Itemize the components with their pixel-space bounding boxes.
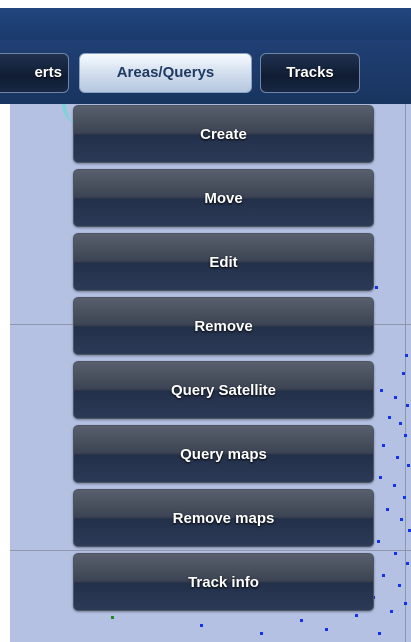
track-point (399, 422, 402, 425)
menu-item-edit[interactable]: Edit (73, 233, 374, 291)
tab-toolbar: erts Areas/Querys Tracks (0, 40, 411, 104)
window-top-edge (0, 0, 411, 8)
tab-areas-querys[interactable]: Areas/Querys (79, 53, 252, 93)
track-point (398, 584, 401, 587)
track-point (394, 552, 397, 555)
tab-alerts[interactable]: erts (0, 53, 69, 93)
menu-item-query-maps[interactable]: Query maps (73, 425, 374, 483)
track-point (406, 562, 409, 565)
track-point (404, 434, 407, 437)
menu-item-create[interactable]: Create (73, 105, 374, 163)
track-point (404, 602, 407, 605)
track-point (386, 508, 389, 511)
left-margin (0, 104, 10, 642)
track-point (388, 416, 391, 419)
track-point (405, 354, 408, 357)
track-point (382, 574, 385, 577)
map-gridline (10, 550, 411, 551)
track-point (300, 619, 303, 622)
menu-item-remove-maps[interactable]: Remove maps (73, 489, 374, 547)
track-point (393, 484, 396, 487)
track-point (382, 444, 385, 447)
menu-item-query-satellite[interactable]: Query Satellite (73, 361, 374, 419)
track-point (325, 628, 328, 631)
menu-item-remove[interactable]: Remove (73, 297, 374, 355)
track-point (407, 464, 410, 467)
track-point (379, 476, 382, 479)
track-point (402, 372, 405, 375)
menu-item-track-info[interactable]: Track info (73, 553, 374, 611)
track-point (403, 496, 406, 499)
track-point (377, 540, 380, 543)
track-point (406, 404, 409, 407)
menu-item-move[interactable]: Move (73, 169, 374, 227)
track-point (375, 286, 378, 289)
track-point (260, 632, 263, 635)
tab-tracks[interactable]: Tracks (260, 53, 360, 93)
track-point (400, 518, 403, 521)
track-point (396, 456, 399, 459)
track-point (390, 610, 393, 613)
track-point (380, 389, 383, 392)
track-point (394, 396, 397, 399)
track-point-green (111, 616, 114, 619)
track-point (378, 632, 381, 635)
title-bar (0, 8, 411, 41)
track-point (355, 614, 358, 617)
track-point (200, 624, 203, 627)
